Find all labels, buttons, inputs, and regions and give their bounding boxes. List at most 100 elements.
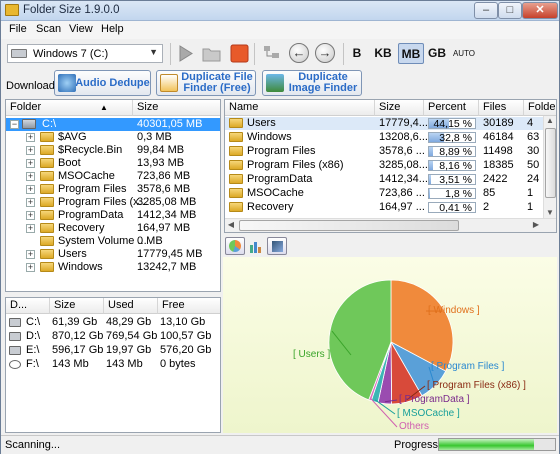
unit-mb-button[interactable]: MB bbox=[398, 43, 424, 64]
tree-item-size: 1412,34 MB bbox=[137, 209, 197, 221]
expand-toggle-icon[interactable]: + bbox=[26, 133, 35, 142]
list-header-name[interactable]: Name bbox=[225, 100, 375, 116]
tree-row[interactable]: + Program Files 3578,6 MB bbox=[6, 183, 220, 196]
collapse-toggle-icon[interactable]: − bbox=[10, 120, 19, 129]
percent-bar: 3,51 % bbox=[428, 174, 476, 185]
open-folder-icon[interactable] bbox=[201, 43, 222, 64]
play-scan-icon[interactable] bbox=[175, 43, 196, 64]
tree-row[interactable]: + Windows 13242,7 MB bbox=[6, 261, 220, 274]
tree-item-size: 3578,6 MB bbox=[137, 183, 191, 195]
unit-gb-button[interactable]: GB bbox=[426, 43, 448, 64]
list-row[interactable]: Users 17779,4... 44,15 % 30189 4 bbox=[225, 117, 543, 130]
tree-row[interactable]: + Boot 13,93 MB bbox=[6, 157, 220, 170]
scroll-thumb[interactable] bbox=[545, 128, 556, 198]
scroll-down-icon[interactable]: ▼ bbox=[544, 208, 556, 217]
drives-header-used[interactable]: Used bbox=[104, 298, 158, 314]
drive-free: 100,57 Gb bbox=[160, 330, 212, 342]
percent-text: 8,89 % bbox=[439, 146, 472, 158]
pie-label-programdata: [ ProgramData ] bbox=[399, 394, 470, 405]
drives-header-drive[interactable]: D... bbox=[6, 298, 50, 314]
unit-auto-button[interactable]: AUTO bbox=[451, 43, 477, 64]
chevron-down-icon: ▼ bbox=[149, 47, 158, 57]
expand-toggle-icon[interactable]: + bbox=[26, 224, 35, 233]
stop-icon[interactable] bbox=[229, 43, 250, 64]
expand-toggle-icon[interactable]: + bbox=[26, 211, 35, 220]
scroll-up-icon[interactable]: ▲ bbox=[544, 116, 556, 125]
list-folders: 30 bbox=[527, 145, 540, 157]
close-button[interactable]: ✕ bbox=[522, 2, 558, 19]
audio-dedupe-button[interactable]: Audio Dedupe bbox=[54, 70, 151, 96]
list-row[interactable]: ProgramData 1412,34... 3,51 % 2422 24 bbox=[225, 173, 543, 186]
tree-view-icon[interactable] bbox=[261, 43, 282, 64]
bar-chart-view-icon[interactable] bbox=[245, 237, 265, 255]
drive-row[interactable]: F:\ 143 Mb 143 Mb 0 bytes bbox=[6, 358, 220, 371]
duplicate-file-label-line2: Finder (Free) bbox=[183, 82, 251, 94]
back-arrow-icon[interactable]: ← bbox=[289, 43, 309, 63]
duplicate-image-icon bbox=[266, 74, 284, 92]
scroll-thumb-horizontal[interactable] bbox=[239, 220, 459, 231]
3d-chart-view-icon[interactable] bbox=[267, 237, 287, 255]
list-header-percent[interactable]: Percent bbox=[424, 100, 479, 116]
list-row[interactable]: Windows 13208,6... 32,8 % 46184 63 bbox=[225, 131, 543, 144]
expand-toggle-icon[interactable]: + bbox=[26, 146, 35, 155]
scroll-right-icon[interactable]: ▶ bbox=[530, 220, 542, 229]
list-size: 3578,6 ... bbox=[379, 145, 425, 157]
tree-row[interactable]: System Volume ... 0 MB bbox=[6, 235, 220, 248]
expand-toggle-icon[interactable]: + bbox=[26, 263, 35, 272]
tree-header-folder[interactable]: Folder ▲ bbox=[6, 100, 133, 116]
drive-letter: E:\ bbox=[26, 344, 40, 356]
expand-toggle-icon[interactable]: + bbox=[26, 159, 35, 168]
list-folders: 1 bbox=[527, 201, 534, 213]
menu-help[interactable]: Help bbox=[101, 23, 124, 35]
expand-toggle-icon[interactable]: + bbox=[26, 198, 35, 207]
list-horizontal-scrollbar[interactable]: ◀ ▶ bbox=[225, 218, 556, 232]
tree-item-name: Recovery bbox=[58, 222, 105, 234]
tree-row[interactable]: + Recovery 164,97 MB bbox=[6, 222, 220, 235]
tree-header-size[interactable]: Size bbox=[133, 100, 220, 116]
tree-row[interactable]: + Users 17779,45 MB bbox=[6, 248, 220, 261]
duplicate-image-finder-button[interactable]: Duplicate Image Finder bbox=[262, 70, 362, 96]
forward-arrow-icon[interactable]: → bbox=[315, 43, 335, 63]
drive-row[interactable]: D:\ 870,12 Gb 769,54 Gb 100,57 Gb bbox=[6, 330, 220, 343]
duplicate-file-finder-button[interactable]: Duplicate File Finder (Free) bbox=[156, 70, 256, 96]
tree-row[interactable]: + Program Files (x... 3285,08 MB bbox=[6, 196, 220, 209]
menu-view[interactable]: View bbox=[69, 23, 93, 35]
drive-select[interactable]: Windows 7 (C:) ▼ bbox=[7, 44, 163, 63]
list-row[interactable]: Program Files 3578,6 ... 8,89 % 11498 30 bbox=[225, 145, 543, 158]
maximize-button[interactable]: □ bbox=[498, 2, 522, 19]
tree-row[interactable]: + $Recycle.Bin 99,84 MB bbox=[6, 144, 220, 157]
drive-row[interactable]: E:\ 596,17 Gb 19,97 Gb 576,20 Gb bbox=[6, 344, 220, 357]
tree-row[interactable]: + MSOCache 723,86 MB bbox=[6, 170, 220, 183]
tree-row[interactable]: + ProgramData 1412,34 MB bbox=[6, 209, 220, 222]
list-row[interactable]: Recovery 164,97 ... 0,41 % 2 1 bbox=[225, 201, 543, 214]
scroll-left-icon[interactable]: ◀ bbox=[225, 220, 237, 229]
tree-row-root[interactable]: − C:\ 40301,05 MB bbox=[6, 118, 220, 131]
menu-scan[interactable]: Scan bbox=[36, 23, 61, 35]
pie-chart-area: [ Users ] [ Windows ] [ Program Files ] … bbox=[223, 257, 557, 433]
status-text: Scanning... bbox=[5, 439, 61, 451]
menu-file[interactable]: File bbox=[9, 23, 27, 35]
expand-toggle-icon[interactable]: + bbox=[26, 172, 35, 181]
drives-header-size[interactable]: Size bbox=[50, 298, 104, 314]
expand-toggle-icon[interactable]: + bbox=[26, 185, 35, 194]
drives-panel: D... Size Used Free C:\ 61,39 Gb 48,29 Gb 1… bbox=[5, 297, 221, 433]
unit-kb-button[interactable]: KB bbox=[372, 43, 394, 64]
drive-row[interactable]: C:\ 61,39 Gb 48,29 Gb 13,10 Gb bbox=[6, 316, 220, 329]
list-vertical-scrollbar[interactable]: ▲ ▼ bbox=[543, 116, 556, 220]
list-files: 11498 bbox=[483, 145, 513, 157]
drive-used: 769,54 Gb bbox=[106, 330, 158, 342]
expand-toggle-icon[interactable]: + bbox=[26, 250, 35, 259]
list-row[interactable]: MSOCache 723,86 ... 1,8 % 85 1 bbox=[225, 187, 543, 200]
tree-row[interactable]: + $AVG 0,3 MB bbox=[6, 131, 220, 144]
title-bar: Folder Size 1.9.0.0 – □ ✕ bbox=[1, 1, 559, 21]
list-header-files[interactable]: Files bbox=[479, 100, 524, 116]
list-header-size[interactable]: Size bbox=[375, 100, 424, 116]
minimize-button[interactable]: – bbox=[474, 2, 498, 19]
percent-text: 8,16 % bbox=[439, 160, 472, 172]
pie-chart-view-icon[interactable] bbox=[225, 237, 245, 255]
unit-b-button[interactable]: B bbox=[350, 43, 364, 64]
folder-icon bbox=[229, 174, 243, 184]
list-header-folders[interactable]: Folders bbox=[524, 100, 556, 116]
drives-header-free[interactable]: Free bbox=[158, 298, 220, 314]
list-row[interactable]: Program Files (x86) 3285,08... 8,16 % 18385… bbox=[225, 159, 543, 172]
